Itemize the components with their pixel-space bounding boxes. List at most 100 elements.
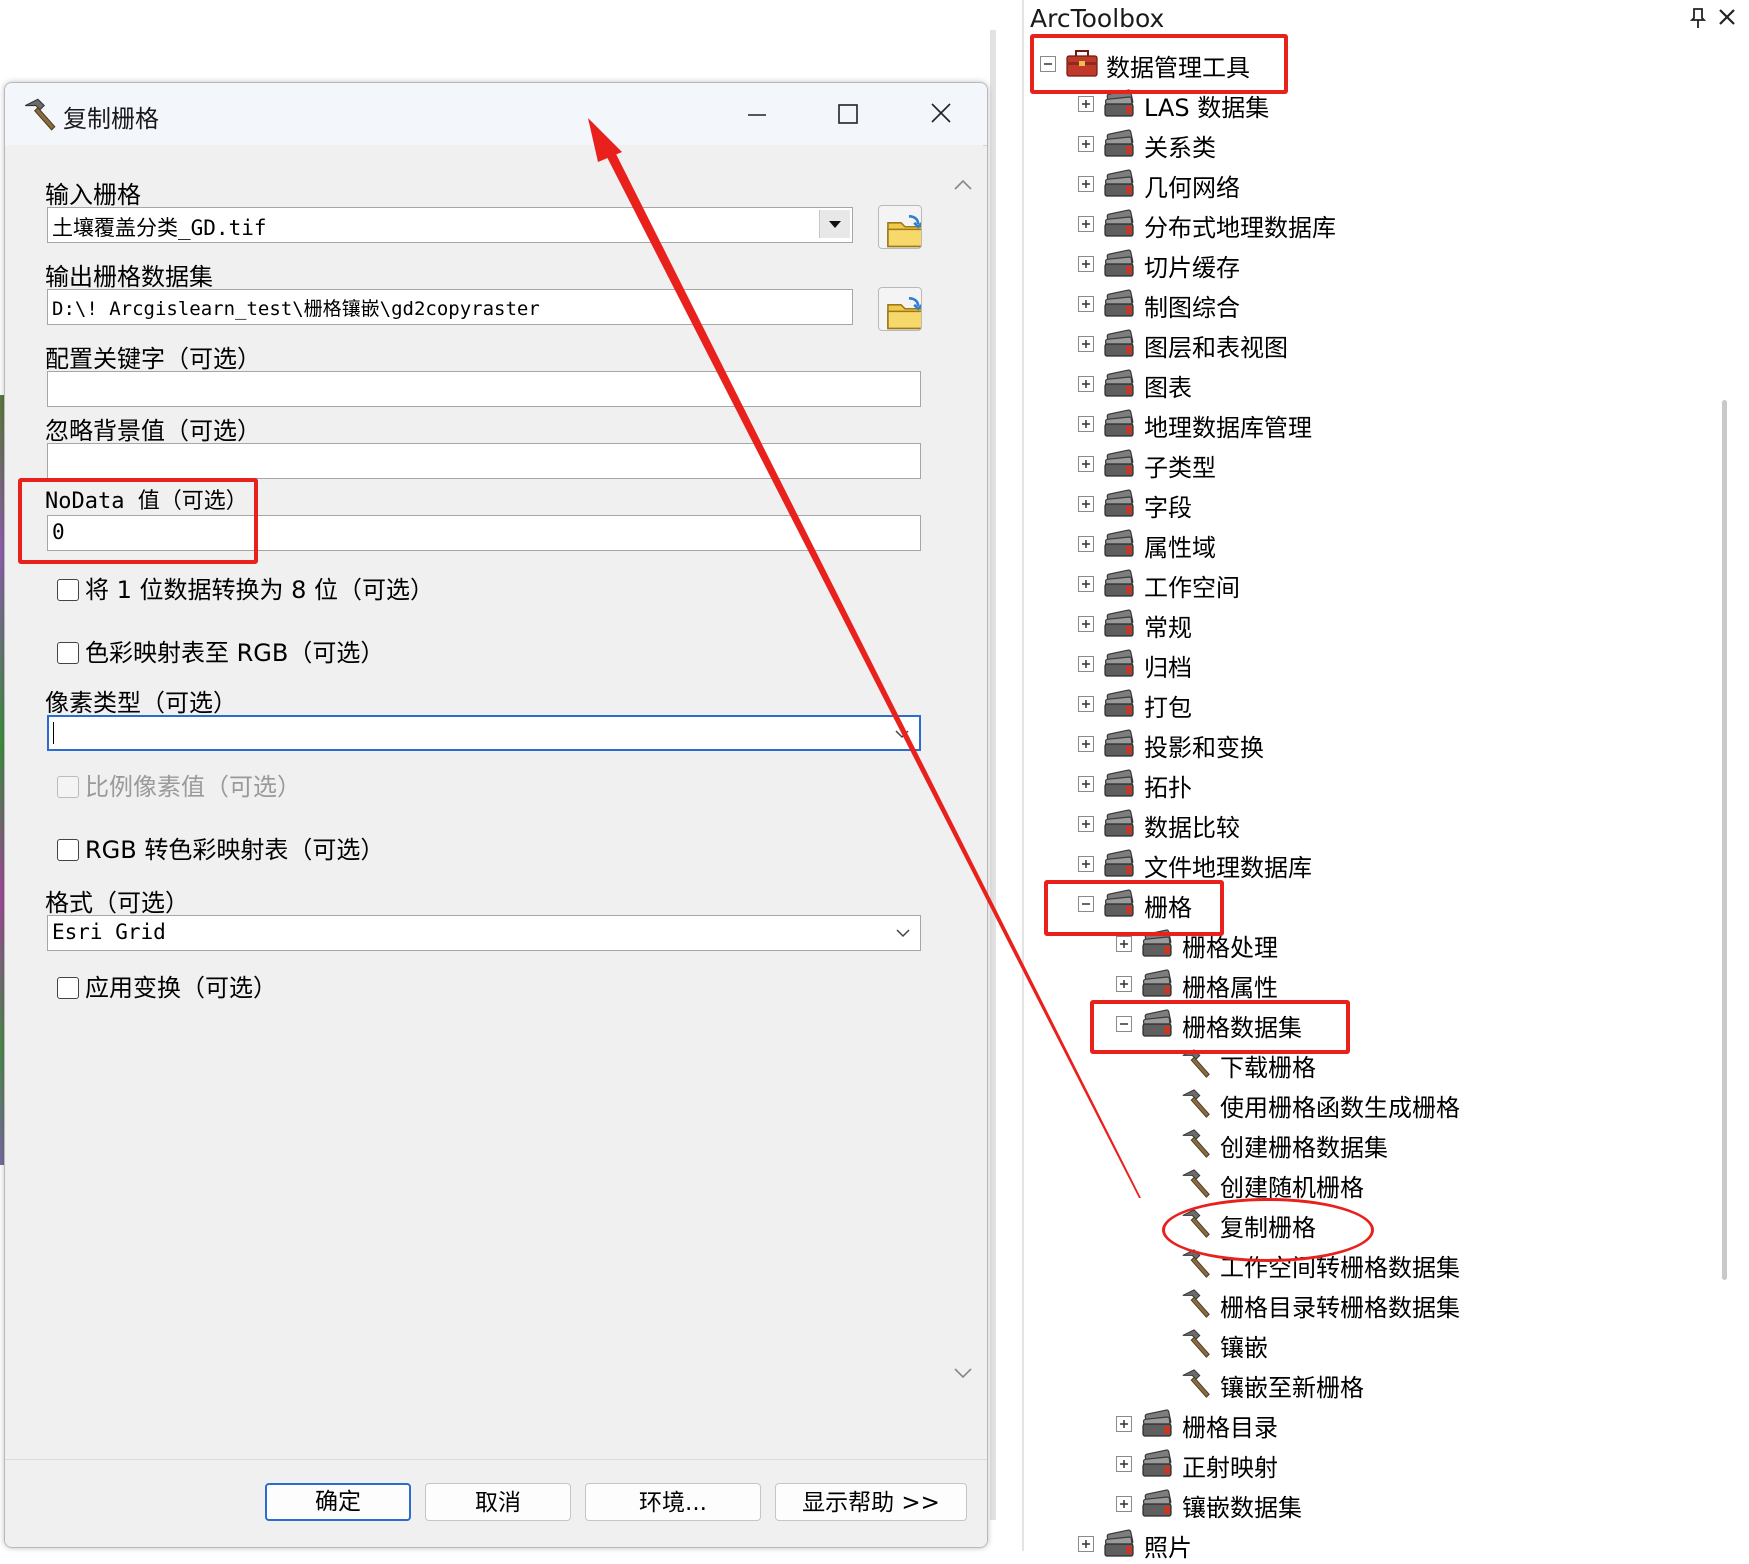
toolset-icon bbox=[1140, 966, 1176, 1000]
show-help-button[interactable]: 显示帮助 >> bbox=[775, 1483, 967, 1521]
expand-icon[interactable] bbox=[1078, 296, 1094, 312]
tree-item-label: 栅格属性 bbox=[1182, 974, 1278, 1002]
convert-1bit-checkbox-row[interactable]: 将 1 位数据转换为 8 位（可选） bbox=[57, 570, 434, 605]
expand-icon[interactable] bbox=[1078, 736, 1094, 752]
expand-icon[interactable] bbox=[1078, 456, 1094, 472]
highlight-data-management bbox=[1030, 34, 1288, 94]
close-button[interactable] bbox=[911, 93, 971, 135]
tree-item-label: 文件地理数据库 bbox=[1144, 854, 1312, 882]
toolset-icon bbox=[1102, 246, 1138, 280]
expand-icon[interactable] bbox=[1078, 816, 1094, 832]
format-label: 格式（可选） bbox=[45, 889, 189, 917]
expand-icon[interactable] bbox=[1078, 656, 1094, 672]
arctoolbox-header: ArcToolbox bbox=[1030, 0, 1749, 38]
apply-transform-checkbox[interactable] bbox=[57, 977, 79, 999]
tree-item-label: 图表 bbox=[1144, 374, 1192, 402]
expand-icon[interactable] bbox=[1078, 376, 1094, 392]
expand-icon[interactable] bbox=[1078, 576, 1094, 592]
rgb-colormap-checkbox[interactable] bbox=[57, 839, 79, 861]
tree-item-label: 图层和表视图 bbox=[1144, 334, 1288, 362]
convert-1bit-label: 将 1 位数据转换为 8 位（可选） bbox=[85, 576, 435, 604]
tree-item-label: 镶嵌至新栅格 bbox=[1220, 1374, 1364, 1402]
pixel-type-label: 像素类型（可选） bbox=[45, 689, 237, 717]
toolset-icon bbox=[1102, 486, 1138, 520]
tree-item-label: 镶嵌 bbox=[1220, 1334, 1268, 1362]
scale-pixel-checkbox-row: 比例像素值（可选） bbox=[57, 767, 301, 802]
tree-item-label: 照片 bbox=[1144, 1534, 1192, 1562]
expand-icon[interactable] bbox=[1116, 1496, 1132, 1512]
ignore-background-label: 忽略背景值（可选） bbox=[45, 417, 261, 445]
colormap-rgb-checkbox-row[interactable]: 色彩映射表至 RGB（可选） bbox=[57, 633, 384, 668]
expand-icon[interactable] bbox=[1078, 496, 1094, 512]
minimize-button[interactable] bbox=[727, 93, 787, 135]
highlight-copy-raster-ellipse bbox=[1162, 1198, 1374, 1262]
format-combobox[interactable]: Esri Grid bbox=[47, 915, 921, 951]
expand-icon[interactable] bbox=[1078, 616, 1094, 632]
cancel-button[interactable]: 取消 bbox=[425, 1483, 571, 1521]
expand-icon[interactable] bbox=[1078, 216, 1094, 232]
pixel-type-combobox[interactable] bbox=[47, 715, 921, 751]
expand-icon[interactable] bbox=[1078, 136, 1094, 152]
form-scrollbar[interactable] bbox=[943, 145, 983, 1399]
environments-button[interactable]: 环境... bbox=[585, 1483, 761, 1521]
expand-icon[interactable] bbox=[1078, 776, 1094, 792]
input-browse-folder-icon[interactable] bbox=[878, 205, 922, 249]
dropdown-arrow-icon[interactable] bbox=[819, 210, 850, 238]
colormap-rgb-checkbox[interactable] bbox=[57, 642, 79, 664]
tree-item-label: 创建随机栅格 bbox=[1220, 1174, 1364, 1202]
chevron-down-icon[interactable] bbox=[892, 922, 914, 944]
scroll-up-icon[interactable] bbox=[951, 173, 975, 197]
scroll-down-icon[interactable] bbox=[951, 1361, 975, 1385]
toolbox-scrollbar[interactable] bbox=[1722, 400, 1727, 1280]
convert-1bit-checkbox[interactable] bbox=[57, 579, 79, 601]
scale-pixel-checkbox bbox=[57, 776, 79, 798]
expand-icon[interactable] bbox=[1078, 856, 1094, 872]
hammer-icon bbox=[21, 95, 59, 133]
output-browse-folder-icon[interactable] bbox=[878, 287, 922, 331]
toolset-icon bbox=[1102, 446, 1138, 480]
expand-icon[interactable] bbox=[1078, 696, 1094, 712]
expand-icon[interactable] bbox=[1116, 1416, 1132, 1432]
expand-icon[interactable] bbox=[1078, 536, 1094, 552]
tree-item-label: 归档 bbox=[1144, 654, 1192, 682]
toolset-icon bbox=[1102, 766, 1138, 800]
chevron-down-icon[interactable] bbox=[891, 723, 913, 745]
expand-icon[interactable] bbox=[1078, 416, 1094, 432]
pin-icon[interactable] bbox=[1688, 6, 1708, 30]
expand-icon[interactable] bbox=[1116, 976, 1132, 992]
expand-icon[interactable] bbox=[1116, 1456, 1132, 1472]
expand-icon[interactable] bbox=[1078, 1536, 1094, 1552]
expand-icon[interactable] bbox=[1078, 256, 1094, 272]
ok-button[interactable]: 确定 bbox=[265, 1483, 411, 1521]
colormap-rgb-label: 色彩映射表至 RGB（可选） bbox=[85, 639, 385, 667]
ignore-background-input[interactable] bbox=[47, 443, 921, 479]
apply-transform-checkbox-row[interactable]: 应用变换（可选） bbox=[57, 968, 277, 1003]
format-value: Esri Grid bbox=[52, 920, 166, 944]
close-panel-icon[interactable] bbox=[1716, 6, 1738, 28]
expand-icon[interactable] bbox=[1078, 336, 1094, 352]
tree-item-label: 切片缓存 bbox=[1144, 254, 1240, 282]
expand-icon[interactable] bbox=[1116, 936, 1132, 952]
tree-item-label: 数据比较 bbox=[1144, 814, 1240, 842]
tree-item-label: 属性域 bbox=[1144, 534, 1216, 562]
hammer-tool-icon bbox=[1178, 1286, 1214, 1320]
toolset-icon bbox=[1102, 646, 1138, 680]
apply-transform-label: 应用变换（可选） bbox=[85, 974, 277, 1002]
background-scrollbar bbox=[990, 30, 996, 1520]
config-keyword-input[interactable] bbox=[47, 371, 921, 407]
toolset-icon bbox=[1102, 406, 1138, 440]
toolset-icon bbox=[1140, 1486, 1176, 1520]
hammer-tool-icon bbox=[1178, 1326, 1214, 1360]
rgb-colormap-checkbox-row[interactable]: RGB 转色彩映射表（可选） bbox=[57, 830, 384, 865]
maximize-button[interactable] bbox=[817, 93, 877, 135]
arctoolbox-title: ArcToolbox bbox=[1030, 4, 1165, 33]
input-raster-combobox[interactable]: 土壤覆盖分类_GD.tif bbox=[47, 207, 853, 243]
output-dataset-input[interactable]: D:\! Arcgislearn_test\栅格镶嵌\gd2copyraster bbox=[47, 289, 853, 325]
expand-icon[interactable] bbox=[1078, 96, 1094, 112]
tree-item-label: 拓扑 bbox=[1144, 774, 1192, 802]
tree-item-label: 子类型 bbox=[1144, 454, 1216, 482]
dialog-titlebar[interactable]: 复制栅格 bbox=[5, 83, 987, 146]
expand-icon[interactable] bbox=[1078, 176, 1094, 192]
tree-item-label: 打包 bbox=[1144, 694, 1192, 722]
highlight-raster-dataset bbox=[1090, 1000, 1350, 1054]
